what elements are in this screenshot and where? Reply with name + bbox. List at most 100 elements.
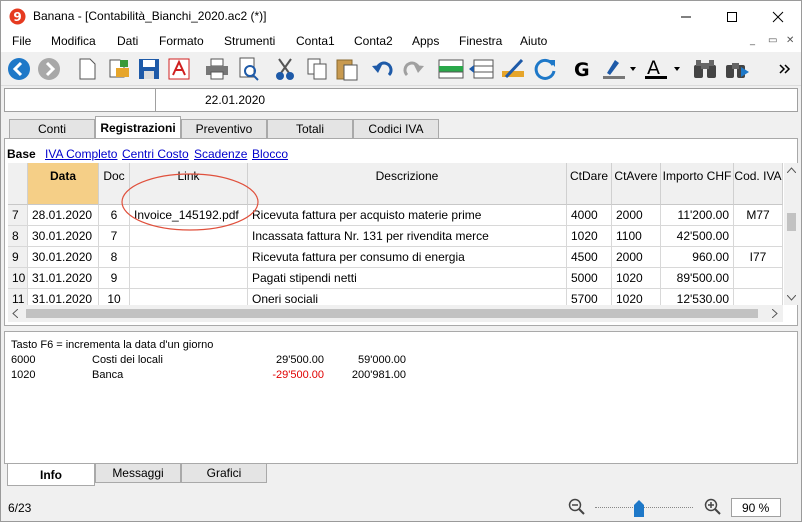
bold-button[interactable]: G bbox=[567, 55, 595, 83]
redo-button[interactable] bbox=[399, 55, 427, 83]
print-button[interactable] bbox=[203, 55, 231, 83]
table-cell-date[interactable]: 31.01.2020 bbox=[28, 289, 99, 305]
cell-editor-bar[interactable]: 22.01.2020 bbox=[4, 88, 798, 112]
view-centri-costo[interactable]: Centri Costo bbox=[122, 147, 189, 161]
table-cell-credit[interactable]: 1020 bbox=[612, 289, 661, 305]
view-blocco[interactable]: Blocco bbox=[252, 147, 288, 161]
table-cell-debit[interactable]: 5700 bbox=[567, 289, 612, 305]
tab-codici-iva[interactable]: Codici IVA bbox=[353, 119, 439, 138]
column-header-descrizione[interactable]: Descrizione bbox=[248, 163, 567, 205]
table-cell-vat[interactable]: I77 bbox=[734, 247, 783, 268]
table-cell-credit[interactable]: 2000 bbox=[612, 205, 661, 226]
find-next-button[interactable] bbox=[723, 55, 751, 83]
undo-button[interactable] bbox=[369, 55, 397, 83]
table-cell-vat[interactable] bbox=[734, 289, 783, 305]
table-cell-description[interactable]: Pagati stipendi netti bbox=[248, 268, 567, 289]
menu-formato[interactable]: Formato bbox=[159, 34, 204, 48]
add-rows-button[interactable] bbox=[437, 55, 465, 83]
mdi-restore-icon[interactable]: ▭ bbox=[768, 35, 777, 46]
menu-strumenti[interactable]: Strumenti bbox=[224, 34, 275, 48]
table-cell-doc[interactable]: 8 bbox=[99, 247, 130, 268]
table-cell-amount[interactable]: 960.00 bbox=[661, 247, 734, 268]
move-rows-button[interactable] bbox=[467, 55, 495, 83]
table-cell-amount[interactable]: 89'500.00 bbox=[661, 268, 734, 289]
horizontal-scrollbar[interactable] bbox=[8, 305, 783, 322]
table-cell-debit[interactable]: 1020 bbox=[567, 226, 612, 247]
cell-editor-value[interactable]: 22.01.2020 bbox=[205, 93, 265, 107]
back-button[interactable] bbox=[5, 55, 33, 83]
table-cell-amount[interactable]: 42'500.00 bbox=[661, 226, 734, 247]
open-file-button[interactable] bbox=[105, 55, 133, 83]
table-cell-credit[interactable]: 1100 bbox=[612, 226, 661, 247]
table-cell-amount[interactable]: 12'530.00 bbox=[661, 289, 734, 305]
table-cell-link[interactable] bbox=[130, 247, 248, 268]
table-cell-description[interactable]: Ricevuta fattura per acquisto materie pr… bbox=[248, 205, 567, 226]
table-cell-date[interactable]: 30.01.2020 bbox=[28, 247, 99, 268]
menu-apps[interactable]: Apps bbox=[412, 34, 439, 48]
zoom-slider-thumb[interactable] bbox=[633, 500, 645, 518]
column-header-cod-iva[interactable]: Cod. IVA bbox=[734, 163, 783, 205]
view-scadenze[interactable]: Scadenze bbox=[194, 147, 247, 161]
print-preview-button[interactable] bbox=[235, 55, 263, 83]
menu-dati[interactable]: Dati bbox=[117, 34, 138, 48]
table-cell-description[interactable]: Oneri sociali bbox=[248, 289, 567, 305]
menu-conta1[interactable]: Conta1 bbox=[296, 34, 335, 48]
view-base[interactable]: Base bbox=[7, 147, 36, 161]
pdf-export-button[interactable] bbox=[165, 55, 193, 83]
menu-aiuto[interactable]: Aiuto bbox=[520, 34, 547, 48]
menu-modifica[interactable]: Modifica bbox=[51, 34, 96, 48]
column-header-data[interactable]: Data bbox=[28, 163, 99, 205]
column-header-ctdare[interactable]: CtDare bbox=[567, 163, 612, 205]
tab-messaggi[interactable]: Messaggi bbox=[95, 464, 181, 483]
zoom-in-icon[interactable] bbox=[704, 498, 721, 515]
edit-tool-button[interactable] bbox=[499, 55, 527, 83]
zoom-level-field[interactable]: 90 % bbox=[731, 498, 781, 517]
scroll-up-icon[interactable] bbox=[787, 167, 796, 173]
toolbar-overflow-button[interactable] bbox=[773, 55, 797, 83]
table-cell-credit[interactable]: 2000 bbox=[612, 247, 661, 268]
table-cell-date[interactable]: 28.01.2020 bbox=[28, 205, 99, 226]
table-cell-vat[interactable]: M77 bbox=[734, 205, 783, 226]
table-cell-doc[interactable]: 9 bbox=[99, 268, 130, 289]
vertical-scroll-thumb[interactable] bbox=[787, 213, 796, 231]
mdi-minimize-icon[interactable]: _ bbox=[750, 35, 755, 46]
mdi-close-icon[interactable]: ✕ bbox=[786, 35, 794, 46]
tab-info[interactable]: Info bbox=[7, 464, 95, 486]
new-file-button[interactable] bbox=[73, 55, 101, 83]
table-cell-amount[interactable]: 11'200.00 bbox=[661, 205, 734, 226]
close-button[interactable] bbox=[755, 1, 801, 32]
horizontal-scroll-thumb[interactable] bbox=[26, 309, 758, 318]
menu-file[interactable]: File bbox=[12, 34, 31, 48]
column-header-importo[interactable]: Importo CHF bbox=[661, 163, 734, 205]
table-cell-link[interactable] bbox=[130, 268, 248, 289]
table-cell-description[interactable]: Incassata fattura Nr. 131 per rivendita … bbox=[248, 226, 567, 247]
copy-button[interactable] bbox=[303, 55, 331, 83]
tab-totali[interactable]: Totali bbox=[267, 119, 353, 138]
font-color-button[interactable]: A bbox=[641, 55, 683, 83]
forward-button[interactable] bbox=[35, 55, 63, 83]
table-cell-debit[interactable]: 4500 bbox=[567, 247, 612, 268]
save-button[interactable] bbox=[135, 55, 163, 83]
maximize-button[interactable] bbox=[709, 1, 755, 32]
table-cell-date[interactable]: 31.01.2020 bbox=[28, 268, 99, 289]
find-button[interactable] bbox=[691, 55, 719, 83]
table-cell-link[interactable] bbox=[130, 289, 248, 305]
scroll-right-icon[interactable] bbox=[772, 309, 778, 318]
table-cell-vat[interactable] bbox=[734, 268, 783, 289]
scroll-down-icon[interactable] bbox=[787, 295, 796, 301]
tab-preventivo[interactable]: Preventivo bbox=[181, 119, 267, 138]
paste-button[interactable] bbox=[333, 55, 361, 83]
menu-conta2[interactable]: Conta2 bbox=[354, 34, 393, 48]
tab-conti[interactable]: Conti bbox=[9, 119, 95, 138]
highlight-color-button[interactable] bbox=[599, 55, 639, 83]
table-cell-debit[interactable]: 5000 bbox=[567, 268, 612, 289]
zoom-out-icon[interactable] bbox=[568, 498, 585, 515]
column-header-ctavere[interactable]: CtAvere bbox=[612, 163, 661, 205]
menu-finestra[interactable]: Finestra bbox=[459, 34, 502, 48]
table-cell-debit[interactable]: 4000 bbox=[567, 205, 612, 226]
table-cell-vat[interactable] bbox=[734, 226, 783, 247]
table-cell-date[interactable]: 30.01.2020 bbox=[28, 226, 99, 247]
view-iva-completo[interactable]: IVA Completo bbox=[45, 147, 117, 161]
table-cell-description[interactable]: Ricevuta fattura per consumo di energia bbox=[248, 247, 567, 268]
table-cell-credit[interactable]: 1020 bbox=[612, 268, 661, 289]
